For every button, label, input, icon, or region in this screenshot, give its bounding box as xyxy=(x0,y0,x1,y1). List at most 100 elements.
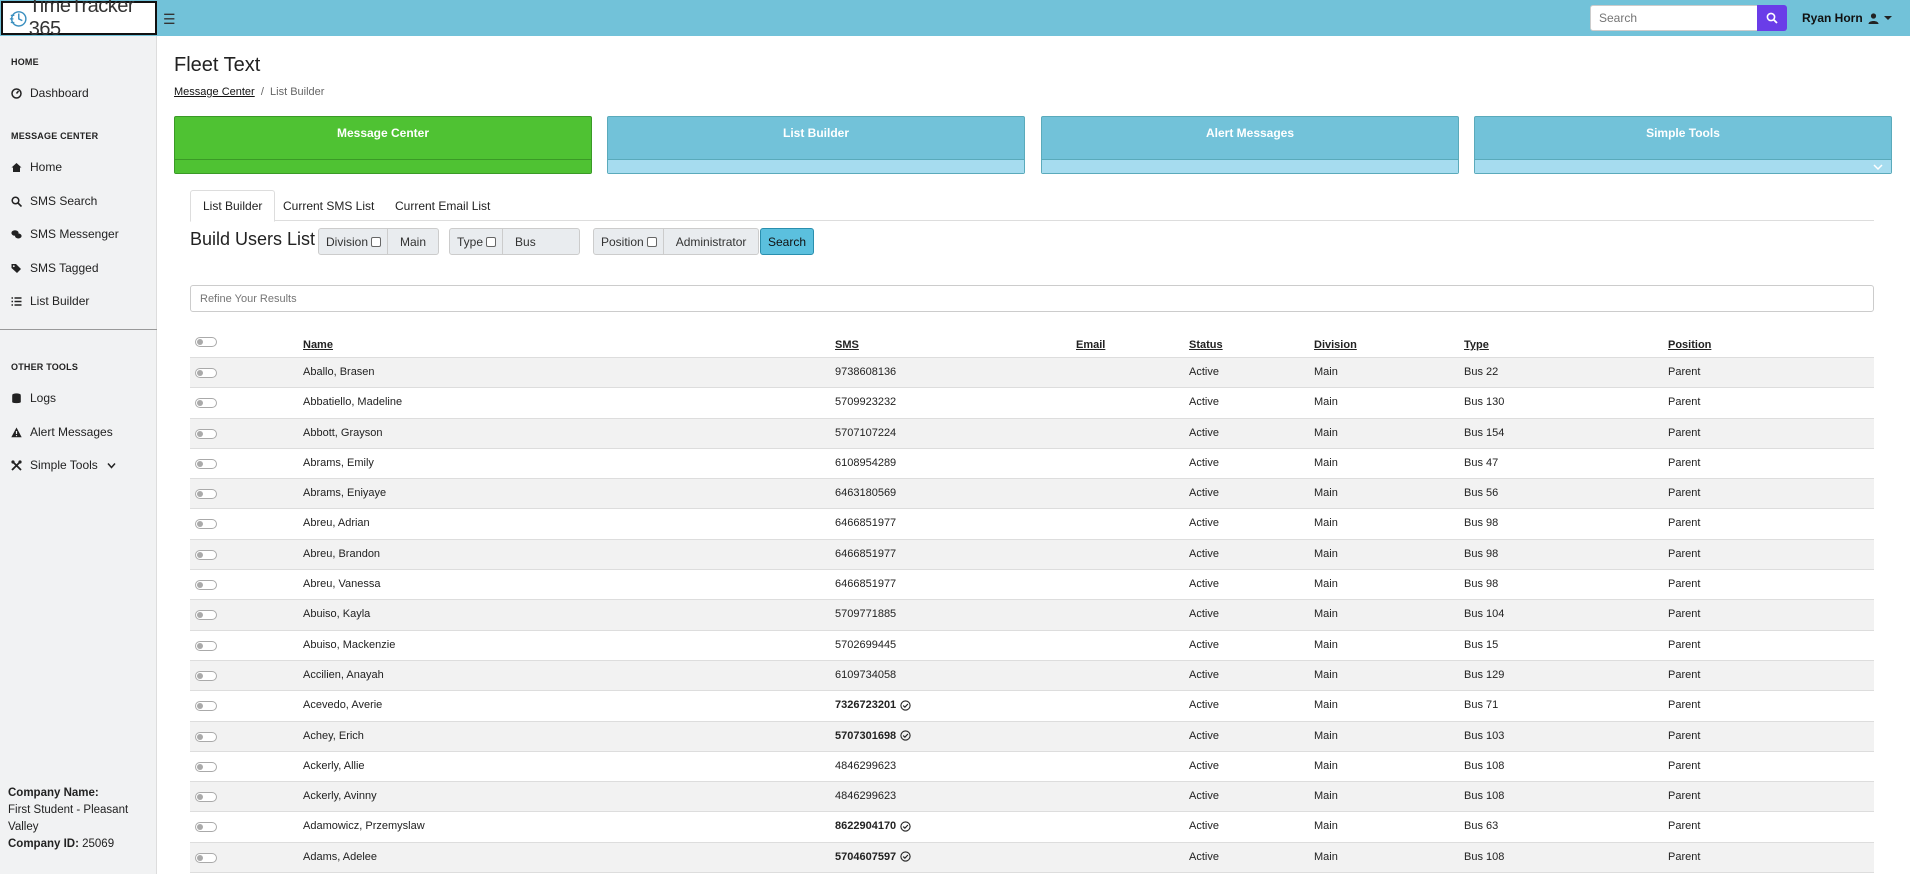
cell-status: Active xyxy=(1189,729,1219,742)
global-search-input[interactable] xyxy=(1590,5,1758,31)
column-header-name[interactable]: Name xyxy=(303,339,333,351)
sidebar-item-dashboard[interactable]: Dashboard xyxy=(11,86,89,100)
company-id-label: Company ID: xyxy=(8,838,79,850)
row-select-toggle[interactable] xyxy=(195,428,217,439)
chevron-down-icon[interactable] xyxy=(1873,163,1883,171)
row-select-toggle[interactable] xyxy=(195,822,217,833)
logo-text: TimeTracker 365 xyxy=(28,0,135,40)
refine-results-input[interactable] xyxy=(190,285,1874,312)
cell-position: Parent xyxy=(1668,668,1701,681)
tab-current-email-list[interactable]: Current Email List xyxy=(383,190,502,222)
sms-number: 5707301698 xyxy=(835,729,897,742)
cell-status: Active xyxy=(1189,426,1219,439)
cell-status: Active xyxy=(1189,456,1219,469)
cell-type: Bus 104 xyxy=(1464,608,1505,621)
division-filter-label: Division xyxy=(319,229,389,254)
sidebar-item-label: Simple Tools xyxy=(30,458,98,472)
home-icon xyxy=(11,162,22,172)
cell-position: Parent xyxy=(1668,487,1701,500)
tab-current-sms-list[interactable]: Current SMS List xyxy=(271,190,386,222)
verified-check-icon xyxy=(900,700,911,711)
sidebar-item-sms-messenger[interactable]: SMS Messenger xyxy=(11,227,119,241)
row-select-toggle[interactable] xyxy=(195,549,217,560)
menu-toggle-icon[interactable]: ☰ xyxy=(163,11,176,28)
user-menu[interactable]: Ryan Horn xyxy=(1802,11,1892,25)
type-checkbox[interactable] xyxy=(486,236,497,247)
column-header-position[interactable]: Position xyxy=(1668,339,1711,351)
verified-check-icon xyxy=(900,851,911,862)
card-label: Simple Tools xyxy=(1475,117,1891,160)
division-checkbox[interactable] xyxy=(371,236,382,247)
cell-status: Active xyxy=(1189,517,1219,530)
column-header-email[interactable]: Email xyxy=(1076,339,1105,351)
table-row: Abuiso, Kayla 5709771885 Active Main Bus 104… xyxy=(190,600,1874,631)
row-select-toggle[interactable] xyxy=(195,640,217,651)
table-row: Adamowicz, Przemyslaw 8622904170 Active Mai… xyxy=(190,812,1874,843)
table-row: Ackerly, Avinny 4846299623 Active Main Bus 1… xyxy=(190,782,1874,813)
row-select-toggle[interactable] xyxy=(195,852,217,863)
cell-sms: 6466851977 xyxy=(835,517,897,530)
table-row: Abreu, Brandon 6466851977 Active Main Bus 98… xyxy=(190,539,1874,571)
cell-type: Bus 15 xyxy=(1464,638,1499,651)
app-logo[interactable]: TimeTracker 365 xyxy=(1,0,157,40)
row-select-toggle[interactable] xyxy=(195,610,217,621)
sidebar-item-simple-tools[interactable]: Simple Tools xyxy=(11,458,117,472)
global-search-button[interactable] xyxy=(1757,5,1787,31)
cell-position: Parent xyxy=(1668,638,1701,651)
row-select-toggle[interactable] xyxy=(195,701,217,712)
cell-type: Bus 47 xyxy=(1464,456,1499,469)
row-select-toggle[interactable] xyxy=(195,489,217,500)
sidebar-item-label: List Builder xyxy=(30,294,90,308)
division-label: Division xyxy=(326,234,369,249)
sidebar-item-sms-search[interactable]: SMS Search xyxy=(11,194,97,208)
cell-division: Main xyxy=(1314,850,1338,863)
card-list-builder[interactable]: List Builder xyxy=(607,116,1025,174)
caret-down-icon xyxy=(1883,16,1892,20)
row-select-toggle[interactable] xyxy=(195,761,217,772)
sms-number: 5704607597 xyxy=(835,850,897,863)
type-value[interactable]: Bus xyxy=(503,229,548,254)
sidebar-item-home[interactable]: Home xyxy=(11,160,62,174)
cell-position: Parent xyxy=(1668,517,1701,530)
column-header-sms[interactable]: SMS xyxy=(835,339,859,351)
position-value[interactable]: Administrator xyxy=(664,229,759,254)
cell-status: Active xyxy=(1189,608,1219,621)
search-button[interactable]: Search xyxy=(760,228,814,255)
row-select-toggle[interactable] xyxy=(195,792,217,803)
row-select-toggle[interactable] xyxy=(195,670,217,681)
sidebar-item-list-builder[interactable]: List Builder xyxy=(11,294,89,308)
card-alert-messages[interactable]: Alert Messages xyxy=(1041,116,1459,174)
row-select-toggle[interactable] xyxy=(195,398,217,409)
sidebar-item-sms-tagged[interactable]: SMS Tagged xyxy=(11,261,99,275)
card-simple-tools[interactable]: Simple Tools xyxy=(1474,116,1892,174)
row-select-toggle[interactable] xyxy=(195,580,217,591)
sidebar-section-message-center: MESSAGE CENTER xyxy=(11,131,99,141)
table-row: Ackerly, Allie 4846299623 Active Main Bus 10… xyxy=(190,752,1874,783)
column-header-type[interactable]: Type xyxy=(1464,339,1489,351)
tab-list-builder[interactable]: List Builder xyxy=(190,190,276,222)
cell-division: Main xyxy=(1314,699,1338,712)
sidebar-item-label: Alert Messages xyxy=(30,425,113,439)
cell-sms: 5707107224 xyxy=(835,426,897,439)
division-value[interactable]: Main xyxy=(388,229,438,254)
row-select-toggle[interactable] xyxy=(195,519,217,530)
card-message-center[interactable]: Message Center xyxy=(174,116,592,174)
breadcrumb-link-message-center[interactable]: Message Center xyxy=(174,86,255,98)
row-select-toggle[interactable] xyxy=(195,458,217,469)
cell-status: Active xyxy=(1189,487,1219,500)
chevron-down-icon xyxy=(107,462,116,469)
cell-division: Main xyxy=(1314,366,1338,378)
row-select-toggle[interactable] xyxy=(195,731,217,742)
column-header-division[interactable]: Division xyxy=(1314,339,1357,351)
row-select-toggle[interactable] xyxy=(195,368,217,378)
dashboard-icon xyxy=(11,87,22,99)
cell-name: Adamowicz, Przemyslaw xyxy=(303,820,425,833)
position-checkbox[interactable] xyxy=(646,236,657,247)
cell-name: Abreu, Adrian xyxy=(303,517,370,530)
column-header-status[interactable]: Status xyxy=(1189,339,1223,351)
select-all-toggle[interactable] xyxy=(195,337,217,347)
sidebar-item-alert-messages[interactable]: Alert Messages xyxy=(11,425,113,439)
cell-division: Main xyxy=(1314,638,1338,651)
cell-name: Acevedo, Averie xyxy=(303,699,383,712)
sidebar-item-logs[interactable]: Logs xyxy=(11,391,56,405)
